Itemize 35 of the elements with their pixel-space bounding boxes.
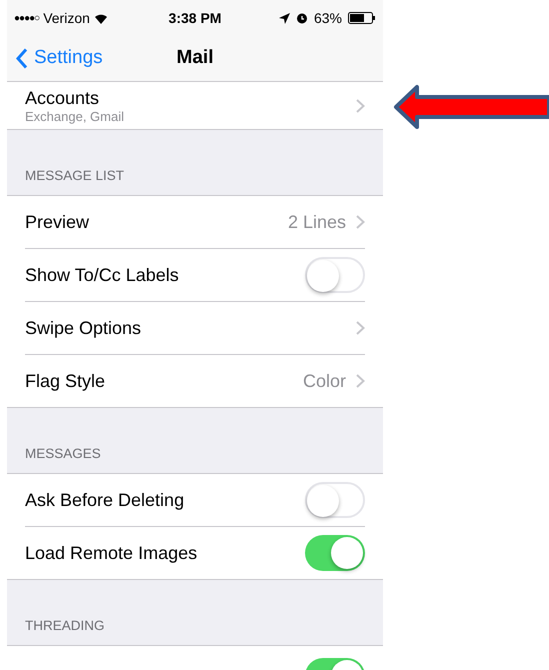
location-arrow-icon — [278, 12, 290, 24]
section-header: THREADING — [25, 616, 105, 635]
status-time: 3:38 PM — [168, 10, 222, 26]
battery-percent: 63% — [314, 8, 342, 28]
chevron-right-icon — [356, 321, 365, 335]
battery-icon — [348, 12, 376, 24]
chevron-right-icon — [356, 374, 365, 388]
back-button[interactable]: Settings — [7, 44, 103, 73]
chevron-right-icon — [356, 215, 365, 229]
chevron-left-icon — [16, 48, 28, 69]
signal-strength: ●●●●○ — [14, 12, 40, 26]
row-value: Color — [302, 370, 346, 392]
section-header: MESSAGES — [25, 444, 101, 463]
row-label: Load Remote Images — [25, 542, 198, 564]
settings-row[interactable]: Preview 2 Lines — [7, 196, 383, 249]
row-subtitle: Exchange, Gmail — [25, 108, 125, 124]
settings-row[interactable]: Swipe Options — [7, 302, 383, 355]
settings-row[interactable]: Flag Style Color — [7, 355, 383, 408]
carrier-name: Verizon — [43, 8, 90, 28]
row-label: Show To/Cc Labels — [25, 264, 180, 286]
settings-row[interactable]: Accounts Exchange, Gmail — [7, 82, 383, 130]
row-value: 2 Lines — [288, 210, 346, 234]
toggle-switch[interactable] — [305, 482, 365, 518]
toggle-switch[interactable] — [305, 535, 365, 571]
section-header: MESSAGE LIST — [25, 166, 124, 185]
wifi-icon — [94, 12, 108, 24]
chevron-right-icon — [356, 98, 365, 112]
alarm-clock-icon — [296, 12, 308, 24]
nav-title: Mail — [176, 47, 214, 68]
row-label: Preview — [25, 211, 90, 233]
row-label: Flag Style — [25, 370, 106, 392]
row-label: Ask Before Deleting — [25, 489, 186, 511]
toggle-switch[interactable] — [305, 257, 365, 293]
row-label: Accounts — [25, 86, 100, 108]
row-label: Swipe Options — [25, 317, 142, 339]
